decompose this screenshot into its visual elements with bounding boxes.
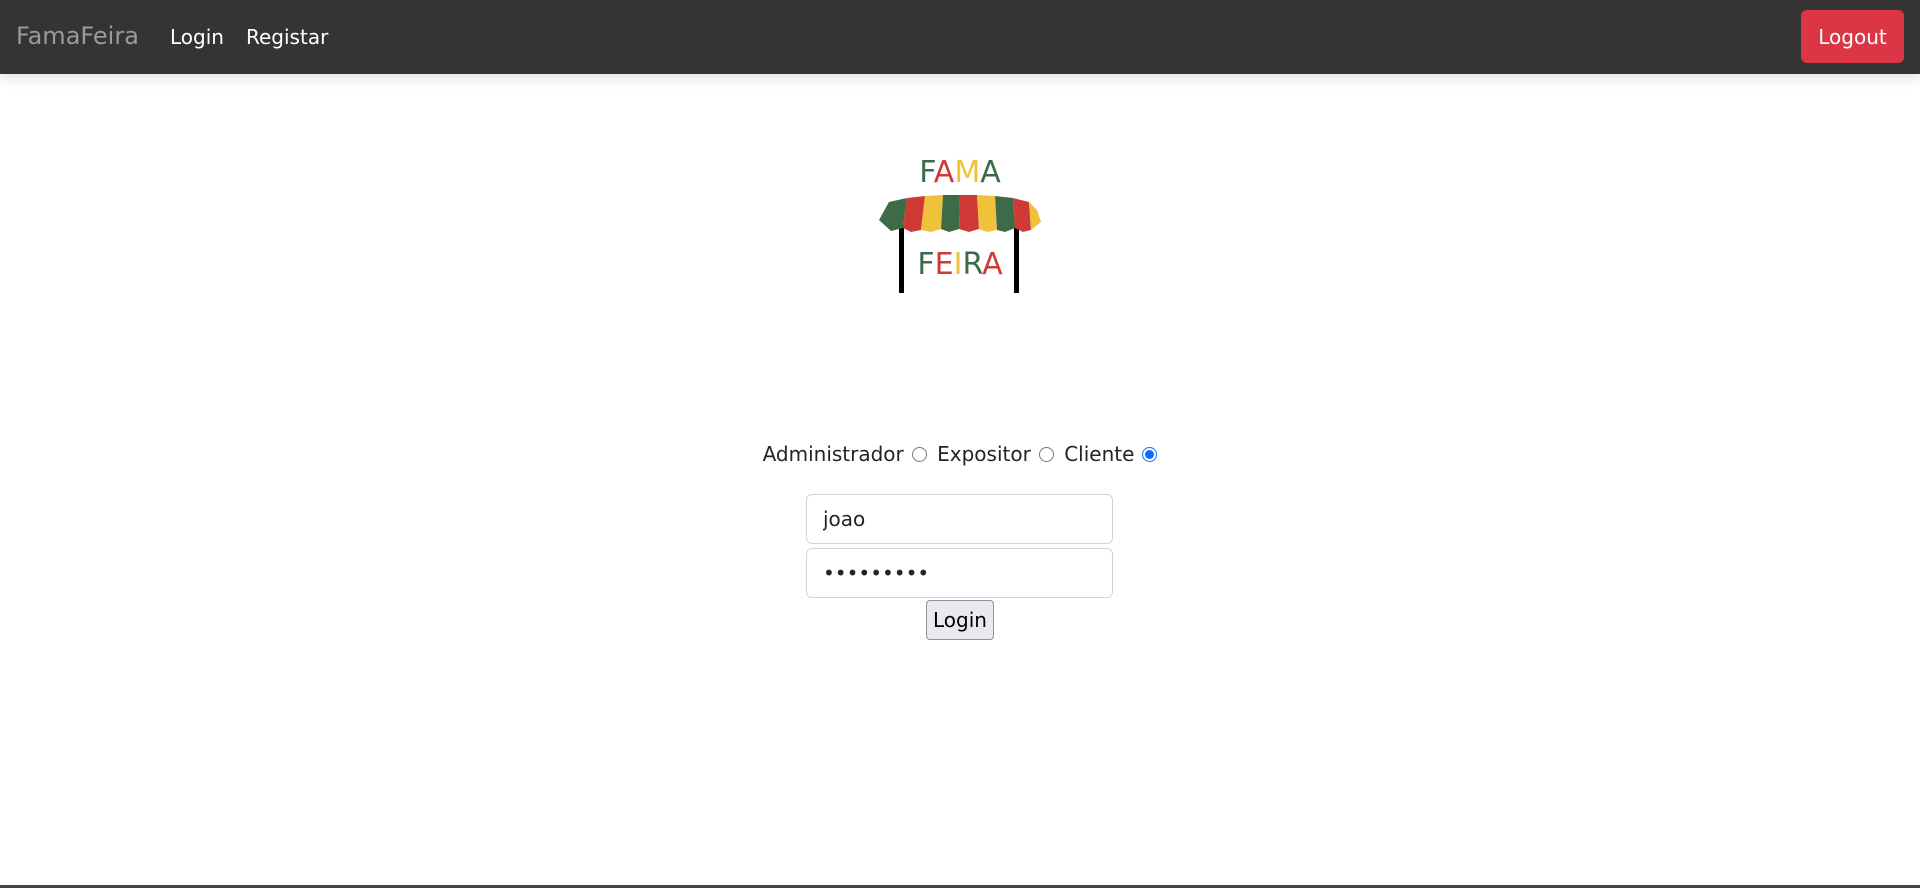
- role-label: Administrador: [762, 442, 904, 466]
- role-selector: Administrador Expositor Cliente: [0, 442, 1920, 466]
- role-administrador[interactable]: Administrador: [763, 442, 927, 466]
- svg-text:FEIRA: FEIRA: [917, 247, 1003, 282]
- role-label: Expositor: [937, 442, 1031, 466]
- brand-link[interactable]: FamaFeira: [16, 22, 139, 50]
- username-input[interactable]: [806, 494, 1113, 544]
- role-expositor-radio[interactable]: [1038, 446, 1054, 462]
- nav-login-link[interactable]: Login: [170, 25, 224, 49]
- password-input[interactable]: [806, 548, 1113, 598]
- logout-button[interactable]: Logout: [1801, 10, 1904, 63]
- svg-text:FAMA: FAMA: [919, 155, 1001, 190]
- role-cliente[interactable]: Cliente: [1064, 442, 1158, 466]
- role-expositor[interactable]: Expositor: [937, 442, 1054, 466]
- role-administrador-radio[interactable]: [911, 446, 927, 462]
- login-submit-button[interactable]: Login: [926, 600, 994, 640]
- role-cliente-radio[interactable]: [1142, 446, 1158, 462]
- navbar: FamaFeira Login Registar Logout: [0, 0, 1920, 74]
- famafeira-logo: FAMA FEIRA: [879, 155, 1041, 293]
- nav-register-link[interactable]: Registar: [246, 25, 328, 49]
- role-label: Cliente: [1064, 442, 1135, 466]
